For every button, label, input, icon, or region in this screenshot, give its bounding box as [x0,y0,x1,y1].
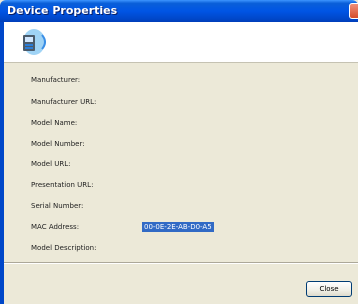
field-label-mac-address: MAC Address: [31,223,80,231]
field-label-manufacturer-url: Manufacturer URL: [31,98,97,106]
dialog-header [4,22,358,63]
close-icon[interactable] [349,3,358,19]
network-device-icon [23,29,46,55]
window-title: Device Properties [7,4,118,17]
field-label-model-url: Model URL: [31,160,71,168]
field-label-presentation-url: Presentation URL: [31,181,94,189]
field-label-manufacturer: Manufacturer: [31,76,81,84]
close-button[interactable]: Close [306,281,352,297]
field-label-model-description: Model Description: [31,244,97,252]
field-label-model-name: Model Name: [31,119,78,127]
separator [4,262,358,264]
field-label-serial-number: Serial Number: [31,202,84,210]
mac-address-value[interactable]: 00-0E-2E-AB-D0-A5 [142,222,214,232]
properties-panel [4,63,358,241]
device-properties-dialog: Device Properties Manufacturer: Manufact… [0,0,358,304]
field-label-model-number: Model Number: [31,140,85,148]
title-bar[interactable]: Device Properties [0,0,358,22]
